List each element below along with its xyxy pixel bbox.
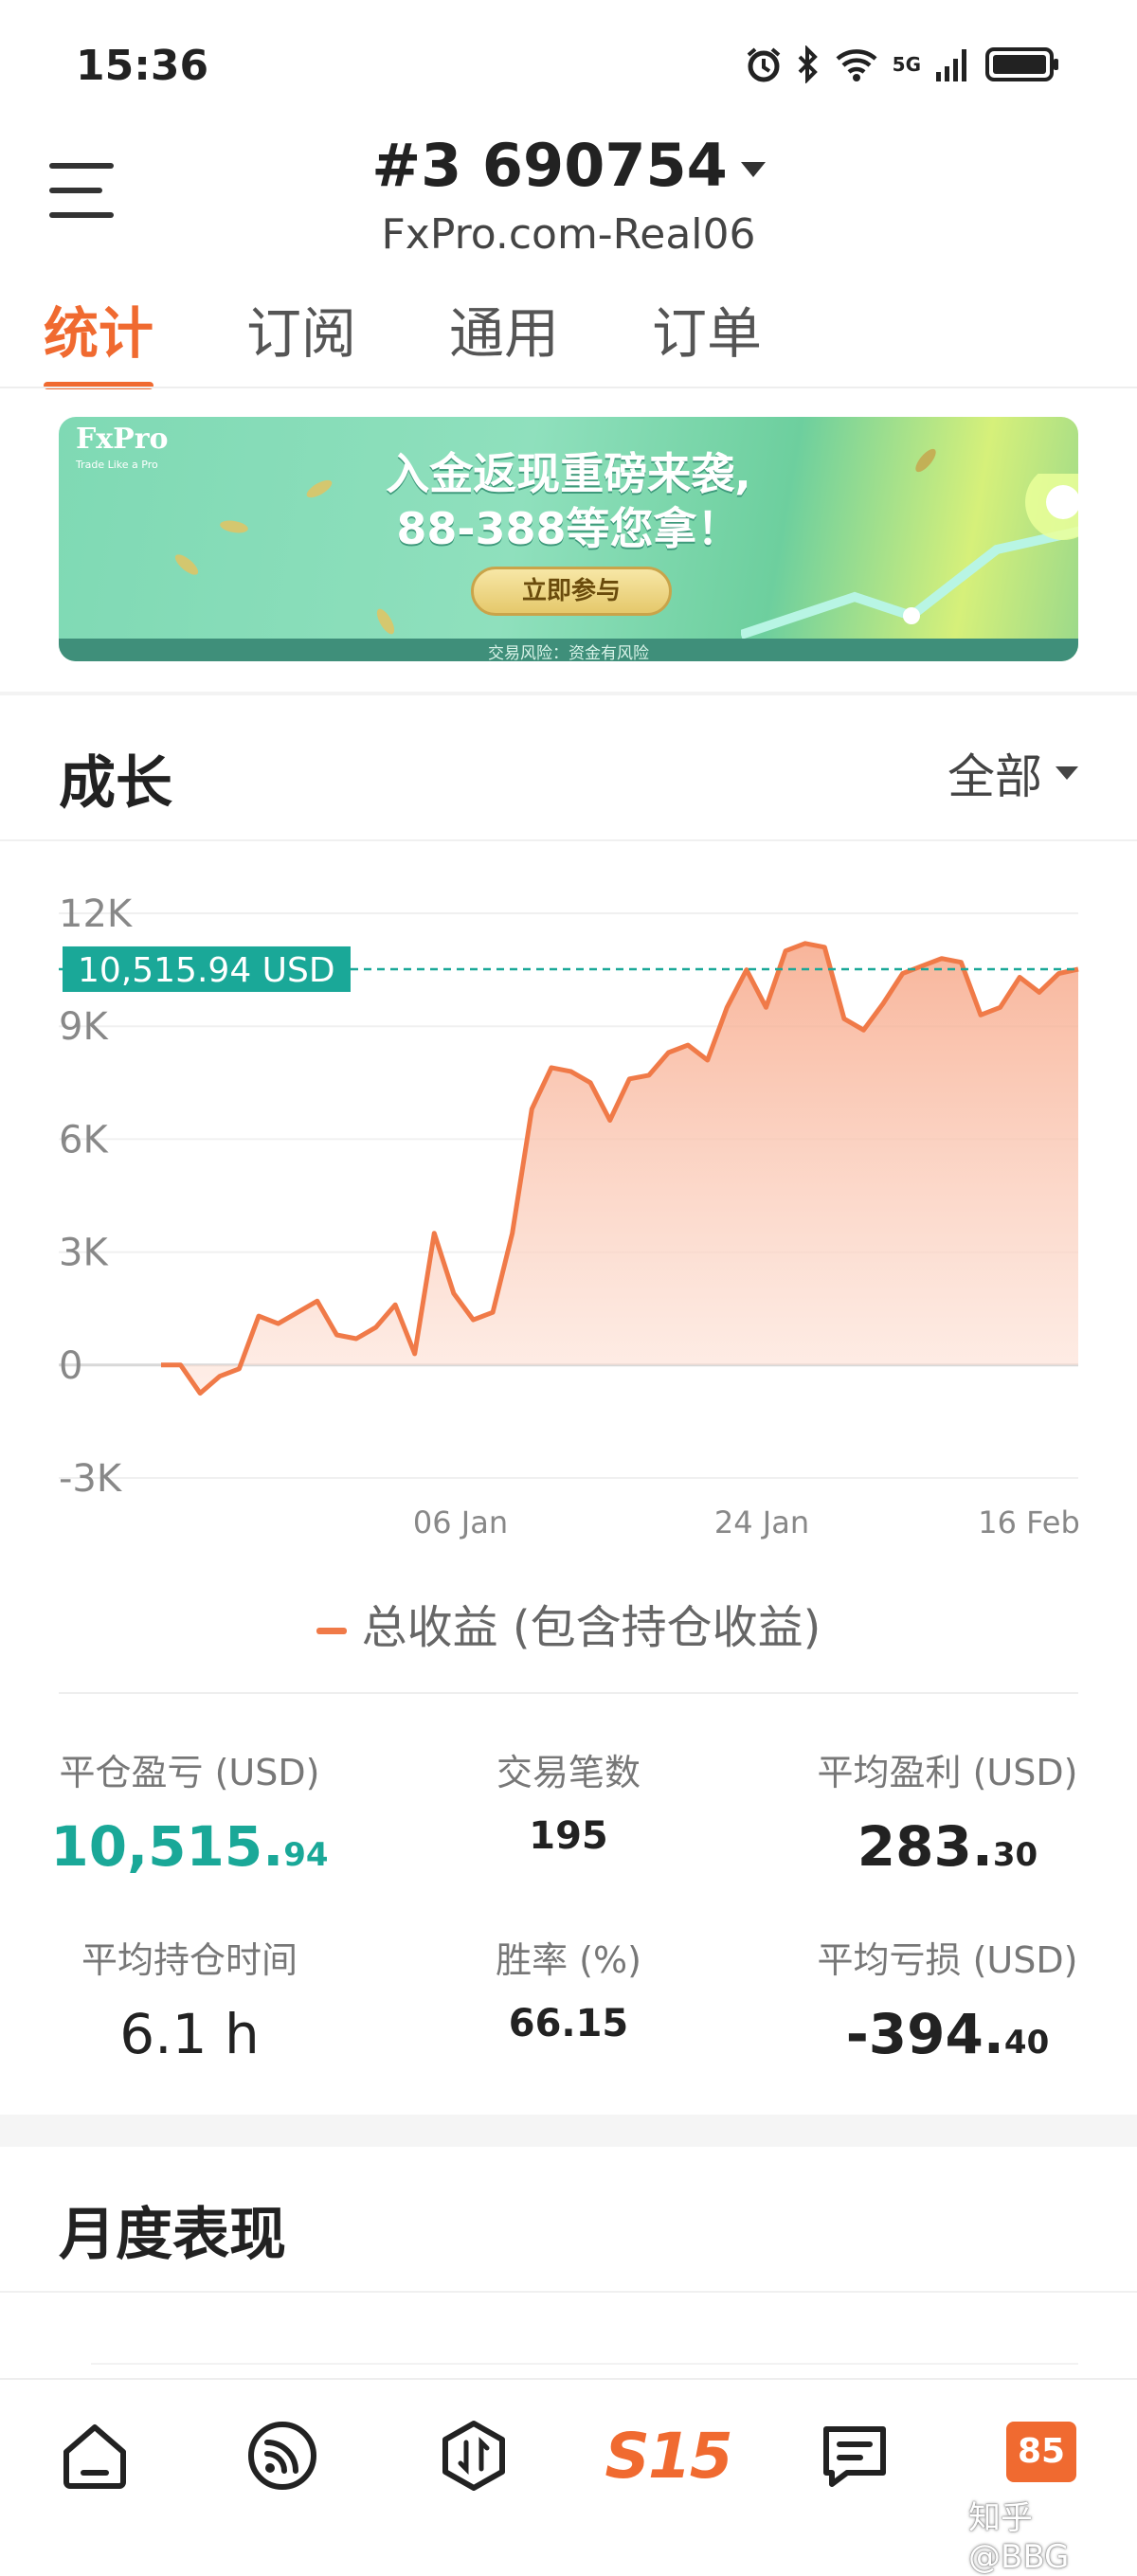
x-tick-label: 24 Jan (714, 1504, 809, 1540)
growth-divider (0, 839, 1137, 841)
range-dropdown[interactable]: 全部 (948, 739, 1078, 807)
legend-marker (316, 1627, 347, 1634)
status-time: 15:36 (76, 42, 209, 90)
stat-value-dec: 30 (992, 1836, 1038, 1874)
stat-value-int: -394. (845, 2002, 1004, 2066)
nav-home[interactable] (57, 2418, 133, 2494)
y-tick-label: 3K (59, 1232, 109, 1275)
legend-divider (59, 1692, 1078, 1694)
banner-disclaimer: 交易风险：资金有风险 (488, 644, 649, 661)
watermark: 知乎 @BBG (968, 2499, 1070, 2576)
stat-value-dec: 40 (1003, 2024, 1050, 2062)
caret-down-icon (740, 161, 766, 177)
growth-title: 成长 (59, 750, 172, 817)
tab-stats[interactable]: 统计 (44, 289, 154, 389)
banner-headline-1: 入金返现重磅来袭, (386, 448, 751, 499)
stat-value-int: 10,515. (50, 1814, 284, 1879)
account-selector[interactable]: #3 690754 (0, 131, 1137, 200)
stat-value: 66.15 (508, 2002, 629, 2045)
x-tick-label: 06 Jan (413, 1504, 508, 1540)
monthly-content-line (91, 2363, 1078, 2365)
growth-chart: 12K 9K 6K 3K 0 -3K 06 Jan 24 Jan 16 Feb 10,515.… (59, 892, 1080, 1540)
tabs-divider (0, 387, 1137, 388)
y-tick-label: 6K (59, 1118, 109, 1162)
x-axis-ticks: 06 Jan 24 Jan 16 Feb (413, 1504, 1080, 1540)
bluetooth-icon (798, 45, 818, 83)
trade-icon (442, 2421, 505, 2491)
bottom-nav: S15 85 (0, 2378, 1137, 2526)
section-divider (0, 692, 1137, 695)
nav-messages[interactable] (817, 2418, 893, 2494)
series-area (161, 943, 1078, 1394)
stat-label: 平均盈利 (USD) (817, 1752, 1078, 1793)
server-name: FxPro.com-Real06 (381, 210, 756, 259)
stat-win-rate: 胜率 (%) 66.15 (398, 1931, 739, 2045)
account-title: #3 690754 (371, 131, 728, 200)
y-tick-label: 0 (59, 1344, 82, 1388)
signal-feed-icon (248, 2422, 316, 2490)
current-value-label: 10,515.94 USD (78, 951, 335, 990)
stat-closed-pnl: 平仓盈亏 (USD) 10,515.94 (19, 1743, 360, 1879)
monthly-title: 月度表现 (59, 2202, 286, 2268)
stat-label: 平均亏损 (USD) (817, 1939, 1078, 1981)
monthly-divider (0, 2291, 1137, 2293)
signal-icon (936, 49, 966, 81)
tab-subscribe[interactable]: 订阅 (246, 289, 356, 389)
tab-general[interactable]: 通用 (449, 289, 559, 389)
y-tick-label: 12K (59, 892, 134, 936)
stat-avg-hold-time: 平均持仓时间 6.1 h (19, 1931, 360, 2066)
tab-orders[interactable]: 订单 (652, 289, 762, 389)
network-type: 5G (892, 53, 921, 76)
nav-trade[interactable] (436, 2418, 512, 2494)
y-tick-label: 9K (59, 1005, 109, 1049)
nav-s15[interactable]: S15 (605, 2418, 732, 2494)
banner-headline-2: 88-388等您拿！ (396, 503, 741, 554)
stat-value-int: 283. (857, 1814, 993, 1879)
s15-label: S15 (605, 2419, 732, 2493)
stat-value: 195 (529, 1814, 608, 1858)
stat-trade-count: 交易笔数 195 (398, 1743, 739, 1858)
stat-avg-profit: 平均盈利 (USD) 283.30 (777, 1743, 1118, 1879)
nav-profile-badge[interactable]: 85 (1006, 2422, 1076, 2482)
stat-avg-loss: 平均亏损 (USD) -394.40 (777, 1931, 1118, 2066)
home-icon (63, 2424, 126, 2489)
stat-label: 交易笔数 (496, 1752, 641, 1793)
battery-icon (985, 47, 1058, 81)
alarm-icon (747, 47, 780, 82)
section-divider (0, 2115, 1137, 2147)
stat-value-dec: 94 (283, 1836, 329, 1874)
status-icons: 5G (745, 45, 1061, 83)
chart-legend[interactable]: 总收益 (包含持仓收益) (0, 1590, 1137, 1656)
legend-label: 总收益 (包含持仓收益) (361, 1601, 821, 1654)
message-icon (823, 2426, 886, 2487)
join-now-button[interactable]: 立即参与 (471, 567, 672, 616)
tab-bar: 统计 订阅 通用 订单 (44, 289, 855, 389)
nav-feed[interactable] (244, 2418, 320, 2494)
range-value: 全部 (948, 749, 1042, 804)
stat-label: 胜率 (%) (496, 1939, 641, 1981)
x-tick-label: 16 Feb (978, 1504, 1080, 1540)
stat-value: 6.1 h (119, 2002, 260, 2066)
stat-label: 平均持仓时间 (81, 1939, 298, 1981)
promo-banner[interactable]: FxPro Trade Like a Pro 入金返现重磅来袭, 88-388等… (59, 417, 1078, 661)
y-tick-label: -3K (59, 1457, 123, 1501)
stat-label: 平仓盈亏 (USD) (59, 1752, 320, 1793)
caret-down-icon (1056, 766, 1078, 780)
wifi-icon (836, 49, 877, 81)
